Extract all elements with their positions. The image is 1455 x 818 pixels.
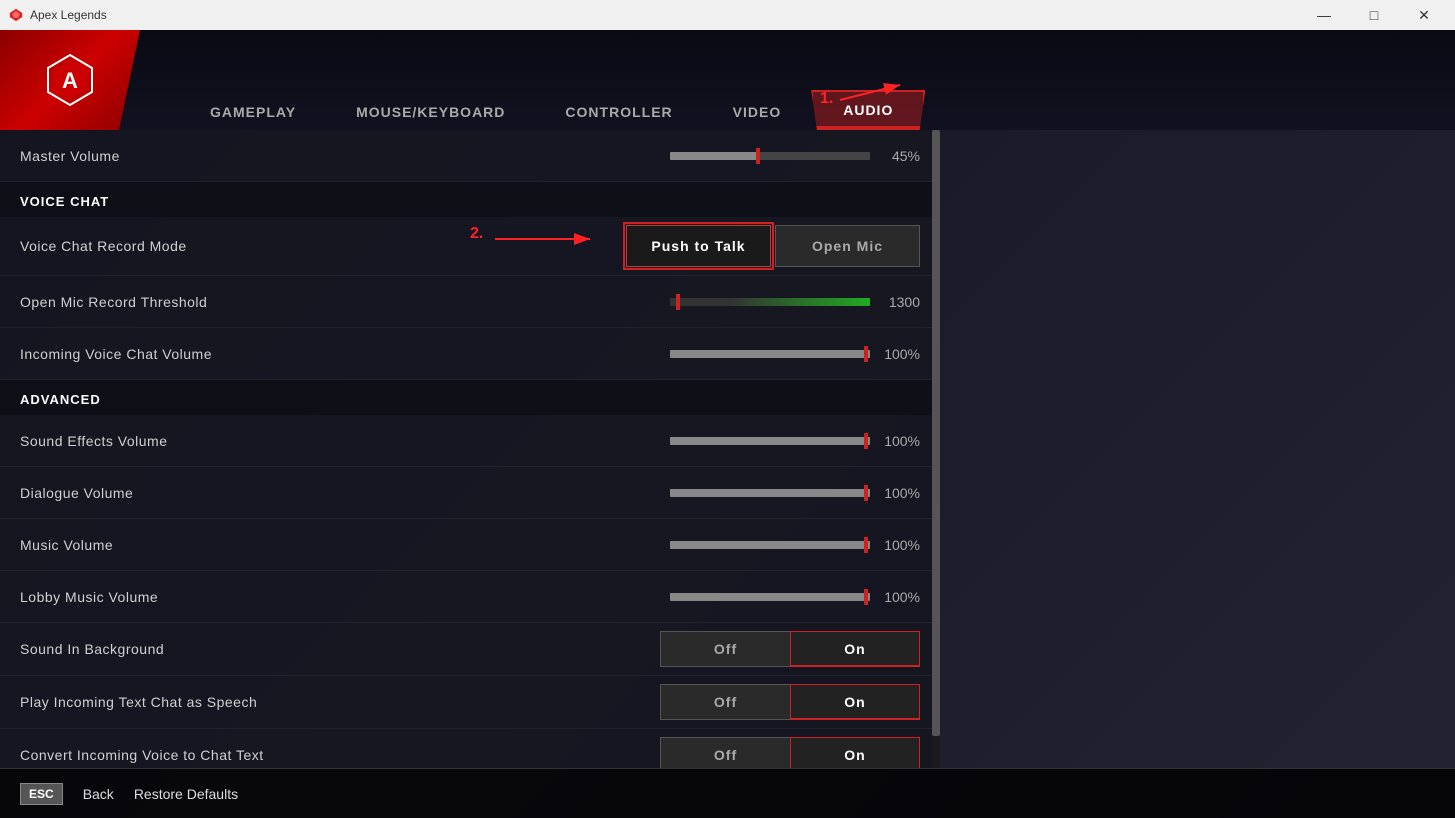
bottom-bar: ESC Back Restore Defaults xyxy=(0,768,1455,818)
convert-incoming-voice-off[interactable]: Off xyxy=(660,737,790,768)
lobby-music-volume-label: Lobby Music Volume xyxy=(20,589,670,605)
dialogue-volume-value: 100% xyxy=(880,485,920,501)
sound-effects-volume-fill xyxy=(670,437,870,445)
master-volume-thumb[interactable] xyxy=(756,148,760,164)
incoming-voice-volume-thumb[interactable] xyxy=(864,346,868,362)
back-label[interactable]: Back xyxy=(83,786,114,802)
svg-text:A: A xyxy=(62,68,78,93)
play-incoming-text-row: Play Incoming Text Chat as Speech Off On xyxy=(0,676,940,729)
header: A GAMEPLAY MOUSE/KEYBOARD CONTROLLER VID… xyxy=(0,30,1455,130)
title-bar-left: Apex Legends xyxy=(8,7,107,23)
open-mic-threshold-row: Open Mic Record Threshold 1300 xyxy=(0,276,940,328)
lobby-music-volume-thumb[interactable] xyxy=(864,589,868,605)
tab-controller[interactable]: CONTROLLER xyxy=(535,94,702,130)
scrollbar-track xyxy=(932,130,940,768)
dialogue-volume-thumb[interactable] xyxy=(864,485,868,501)
maximize-button[interactable]: □ xyxy=(1351,0,1397,30)
lobby-music-volume-row: Lobby Music Volume 100% xyxy=(0,571,940,623)
open-mic-threshold-value: 1300 xyxy=(880,294,920,310)
play-incoming-text-off[interactable]: Off xyxy=(660,684,790,720)
lobby-music-volume-fill xyxy=(670,593,870,601)
push-to-talk-button[interactable]: Push to Talk xyxy=(626,225,771,267)
master-volume-value: 45% xyxy=(880,148,920,164)
convert-incoming-voice-control: Off On xyxy=(660,737,920,768)
lobby-music-volume-control: 100% xyxy=(670,589,920,605)
nav-tabs: GAMEPLAY MOUSE/KEYBOARD CONTROLLER VIDEO… xyxy=(180,30,925,130)
close-button[interactable]: ✕ xyxy=(1401,0,1447,30)
sound-effects-volume-track[interactable] xyxy=(670,437,870,445)
master-volume-label: Master Volume xyxy=(20,148,670,164)
voice-chat-record-mode-label: Voice Chat Record Mode xyxy=(20,238,626,254)
master-volume-track[interactable] xyxy=(670,152,870,160)
voice-chat-section-header: VOICE CHAT xyxy=(0,182,940,217)
music-volume-value: 100% xyxy=(880,537,920,553)
incoming-voice-volume-row: Incoming Voice Chat Volume 100% xyxy=(0,328,940,380)
voice-chat-record-mode-row: Voice Chat Record Mode Push to Talk Open… xyxy=(0,217,940,276)
sound-in-background-on[interactable]: On xyxy=(790,631,920,667)
dialogue-volume-row: Dialogue Volume 100% xyxy=(0,467,940,519)
sound-effects-volume-thumb[interactable] xyxy=(864,433,868,449)
incoming-voice-volume-control: 100% xyxy=(670,346,920,362)
play-incoming-text-label: Play Incoming Text Chat as Speech xyxy=(20,694,660,710)
convert-incoming-voice-label: Convert Incoming Voice to Chat Text xyxy=(20,747,660,763)
convert-incoming-voice-on[interactable]: On xyxy=(790,737,920,768)
restore-defaults-button[interactable]: Restore Defaults xyxy=(134,786,238,802)
master-volume-row: Master Volume 45% xyxy=(0,130,940,182)
incoming-voice-volume-value: 100% xyxy=(880,346,920,362)
music-volume-label: Music Volume xyxy=(20,537,670,553)
sound-effects-volume-row: Sound Effects Volume 100% xyxy=(0,415,940,467)
play-incoming-text-control: Off On xyxy=(660,684,920,720)
incoming-voice-volume-track[interactable] xyxy=(670,350,870,358)
dialogue-volume-label: Dialogue Volume xyxy=(20,485,670,501)
sound-in-background-control: Off On xyxy=(660,631,920,667)
main-window: A GAMEPLAY MOUSE/KEYBOARD CONTROLLER VID… xyxy=(0,30,1455,818)
open-mic-threshold-thumb[interactable] xyxy=(676,294,680,310)
lobby-music-volume-track[interactable] xyxy=(670,593,870,601)
music-volume-track[interactable] xyxy=(670,541,870,549)
sound-effects-volume-control: 100% xyxy=(670,433,920,449)
music-volume-thumb[interactable] xyxy=(864,537,868,553)
convert-incoming-voice-row: Convert Incoming Voice to Chat Text Off … xyxy=(0,729,940,768)
tab-video[interactable]: VIDEO xyxy=(703,94,812,130)
sound-in-background-label: Sound In Background xyxy=(20,641,660,657)
minimize-button[interactable]: — xyxy=(1301,0,1347,30)
title-bar: Apex Legends — □ ✕ xyxy=(0,0,1455,30)
app-title: Apex Legends xyxy=(30,8,107,22)
tab-gameplay[interactable]: GAMEPLAY xyxy=(180,94,326,130)
scrollbar-thumb[interactable] xyxy=(932,130,940,736)
dialogue-volume-track[interactable] xyxy=(670,489,870,497)
apex-logo: A xyxy=(40,50,100,110)
music-volume-fill xyxy=(670,541,870,549)
open-mic-threshold-control: 1300 xyxy=(670,294,920,310)
voice-chat-record-mode-control: Push to Talk Open Mic xyxy=(626,225,920,267)
dialogue-volume-fill xyxy=(670,489,870,497)
title-bar-controls: — □ ✕ xyxy=(1301,0,1447,30)
sound-in-background-row: Sound In Background Off On xyxy=(0,623,940,676)
open-mic-threshold-fill xyxy=(670,298,870,306)
open-mic-threshold-track[interactable] xyxy=(670,298,870,306)
dialogue-volume-control: 100% xyxy=(670,485,920,501)
advanced-section-header: ADVANCED xyxy=(0,380,940,415)
tab-audio[interactable]: AUDIO xyxy=(811,90,925,130)
open-mic-threshold-label: Open Mic Record Threshold xyxy=(20,294,670,310)
play-incoming-text-on[interactable]: On xyxy=(790,684,920,720)
master-volume-fill xyxy=(670,152,760,160)
right-panel xyxy=(940,130,1455,768)
incoming-voice-volume-fill xyxy=(670,350,870,358)
music-volume-row: Music Volume 100% xyxy=(0,519,940,571)
master-volume-control: 45% xyxy=(670,148,920,164)
content-area: Master Volume 45% VOICE CHAT Voice Chat … xyxy=(0,130,1455,768)
sound-effects-volume-value: 100% xyxy=(880,433,920,449)
settings-panel: Master Volume 45% VOICE CHAT Voice Chat … xyxy=(0,130,940,768)
open-mic-button[interactable]: Open Mic xyxy=(775,225,920,267)
esc-badge: ESC xyxy=(20,783,63,805)
incoming-voice-volume-label: Incoming Voice Chat Volume xyxy=(20,346,670,362)
music-volume-control: 100% xyxy=(670,537,920,553)
tab-mouse-keyboard[interactable]: MOUSE/KEYBOARD xyxy=(326,94,535,130)
lobby-music-volume-value: 100% xyxy=(880,589,920,605)
sound-effects-volume-label: Sound Effects Volume xyxy=(20,433,670,449)
logo-area: A xyxy=(0,30,140,130)
app-icon xyxy=(8,7,24,23)
sound-in-background-off[interactable]: Off xyxy=(660,631,790,667)
